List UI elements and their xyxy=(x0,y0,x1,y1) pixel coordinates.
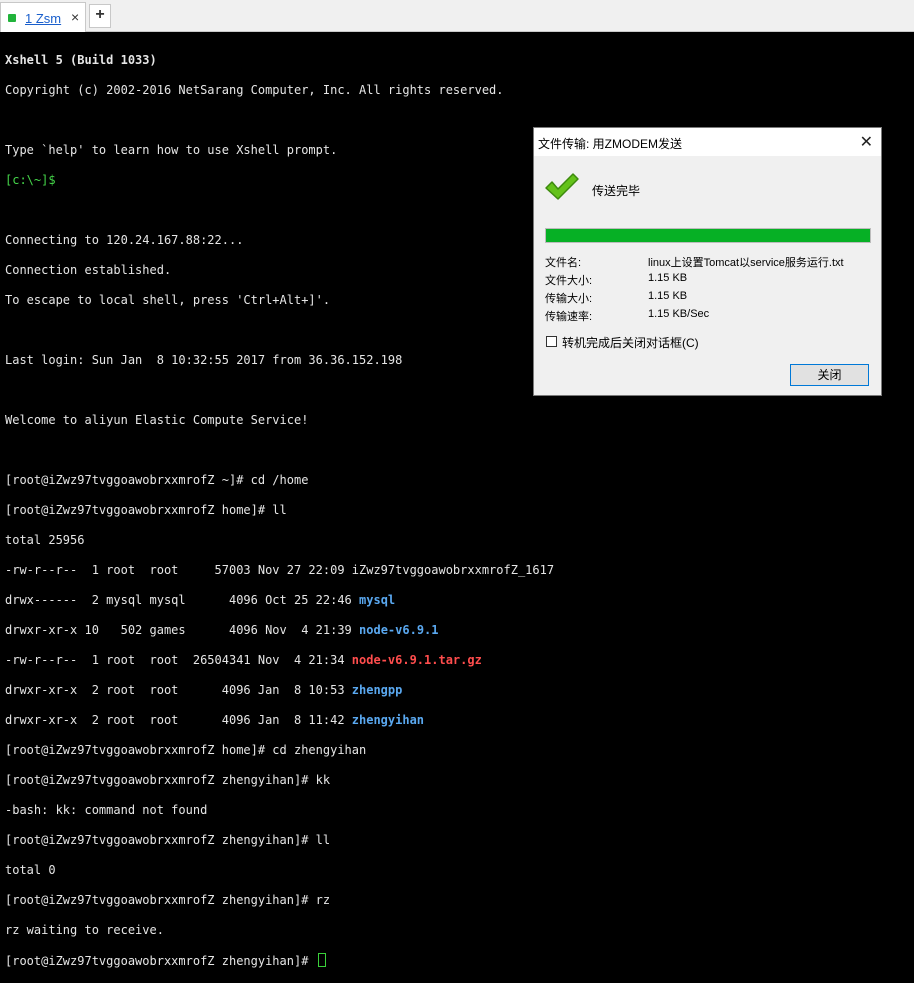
connected-status-icon xyxy=(8,14,16,22)
close-icon[interactable]: ✕ xyxy=(860,132,873,152)
ls-archive-name: node-v6.9.1.tar.gz xyxy=(351,653,482,667)
progress-fill xyxy=(546,229,870,242)
tab-close-icon[interactable]: × xyxy=(71,10,79,24)
dialog-title: 文件传输: 用ZMODEM发送 xyxy=(538,137,682,151)
ls-row: drwxr-xr-x 10 502 games 4096 Nov 4 21:39… xyxy=(5,623,914,638)
tab-bar: 1 Zsm × + xyxy=(0,0,914,32)
ls-row: drwx------ 2 mysql mysql 4096 Oct 25 22:… xyxy=(5,593,914,608)
ls-dirname: zhengyihan xyxy=(351,713,425,727)
filesize-label: 文件大小: xyxy=(545,275,593,287)
transfer-status: 传送完毕 xyxy=(592,184,641,198)
terminal-line: Welcome to aliyun Elastic Compute Servic… xyxy=(5,413,309,427)
terminal-line: total 0 xyxy=(5,863,56,877)
ls-meta: drwxr-xr-x 10 502 games 4096 Nov 4 21:39 xyxy=(5,623,360,637)
ls-meta: -rw-r--r-- 1 root root 57003 Nov 27 22:0… xyxy=(5,563,352,577)
ls-row: -rw-r--r-- 1 root root 57003 Nov 27 22:0… xyxy=(5,563,914,578)
terminal-line: Xshell 5 (Build 1033) xyxy=(5,53,157,67)
speed-value: 1.15 KB/Sec xyxy=(648,308,710,320)
filename-value: linux上设置Tomcat以service服务运行.txt xyxy=(648,257,844,269)
current-prompt-line: [root@iZwz97tvggoawobrxxmrofZ zhengyihan… xyxy=(5,953,914,968)
filename-label: 文件名: xyxy=(545,257,582,269)
progress-bar xyxy=(545,228,871,243)
tab-session[interactable]: 1 Zsm × xyxy=(0,2,86,32)
terminal-line: total 25956 xyxy=(5,533,85,547)
ls-row: drwxr-xr-x 2 root root 4096 Jan 8 10:53 … xyxy=(5,683,914,698)
shell-prompt: [root@iZwz97tvggoawobrxxmrofZ zhengyihan… xyxy=(5,954,316,968)
terminal-line: [root@iZwz97tvggoawobrxxmrofZ home]# ll xyxy=(5,503,287,517)
transferred-label: 传输大小: xyxy=(545,293,593,305)
new-tab-button[interactable]: + xyxy=(89,4,111,28)
ls-dirname: mysql xyxy=(359,593,396,607)
ls-meta: -rw-r--r-- 1 root root 26504341 Nov 4 21… xyxy=(5,653,352,667)
terminal-line: [root@iZwz97tvggoawobrxxmrofZ zhengyihan… xyxy=(5,833,331,847)
terminal-line: Copyright (c) 2002-2016 NetSarang Comput… xyxy=(5,83,504,97)
ls-dirname: zhengpp xyxy=(351,683,403,697)
ls-row: -rw-r--r-- 1 root root 26504341 Nov 4 21… xyxy=(5,653,914,668)
terminal-line: [root@iZwz97tvggoawobrxxmrofZ ~]# cd /ho… xyxy=(5,473,309,487)
tab-label: 1 Zsm xyxy=(25,11,62,26)
terminal-line: [root@iZwz97tvggoawobrxxmrofZ home]# cd … xyxy=(5,743,367,757)
filesize-value: 1.15 KB xyxy=(648,272,688,284)
checkbox-label[interactable]: 转机完成后关闭对话框(C) xyxy=(562,334,699,351)
file-transfer-dialog: 文件传输: 用ZMODEM发送 ✕ 传送完毕 文件名: linux上设置Tomc… xyxy=(533,127,882,396)
terminal-line: [root@iZwz97tvggoawobrxxmrofZ zhengyihan… xyxy=(5,773,331,787)
dialog-titlebar[interactable]: 文件传输: 用ZMODEM发送 ✕ xyxy=(534,128,881,156)
ls-dirname: node-v6.9.1 xyxy=(359,623,439,637)
speed-label: 传输速率: xyxy=(545,311,593,323)
terminal-line: -bash: kk: command not found xyxy=(5,803,208,817)
checkmark-icon xyxy=(545,173,579,200)
ls-meta: drwxr-xr-x 2 root root 4096 Jan 8 10:53 xyxy=(5,683,352,697)
text-cursor xyxy=(317,953,326,967)
ls-meta: drwxr-xr-x 2 root root 4096 Jan 8 11:42 xyxy=(5,713,352,727)
ls-filename: iZwz97tvggoawobrxxmrofZ_1617 xyxy=(351,563,555,577)
terminal-line: rz waiting to receive. xyxy=(5,923,164,937)
ls-row: drwxr-xr-x 2 root root 4096 Jan 8 11:42 … xyxy=(5,713,914,728)
transferred-value: 1.15 KB xyxy=(648,290,688,302)
close-button[interactable]: 关闭 xyxy=(790,364,869,386)
close-after-transfer-checkbox[interactable] xyxy=(546,336,557,347)
terminal-line: [root@iZwz97tvggoawobrxxmrofZ zhengyihan… xyxy=(5,893,331,907)
ls-meta: drwx------ 2 mysql mysql 4096 Oct 25 22:… xyxy=(5,593,360,607)
